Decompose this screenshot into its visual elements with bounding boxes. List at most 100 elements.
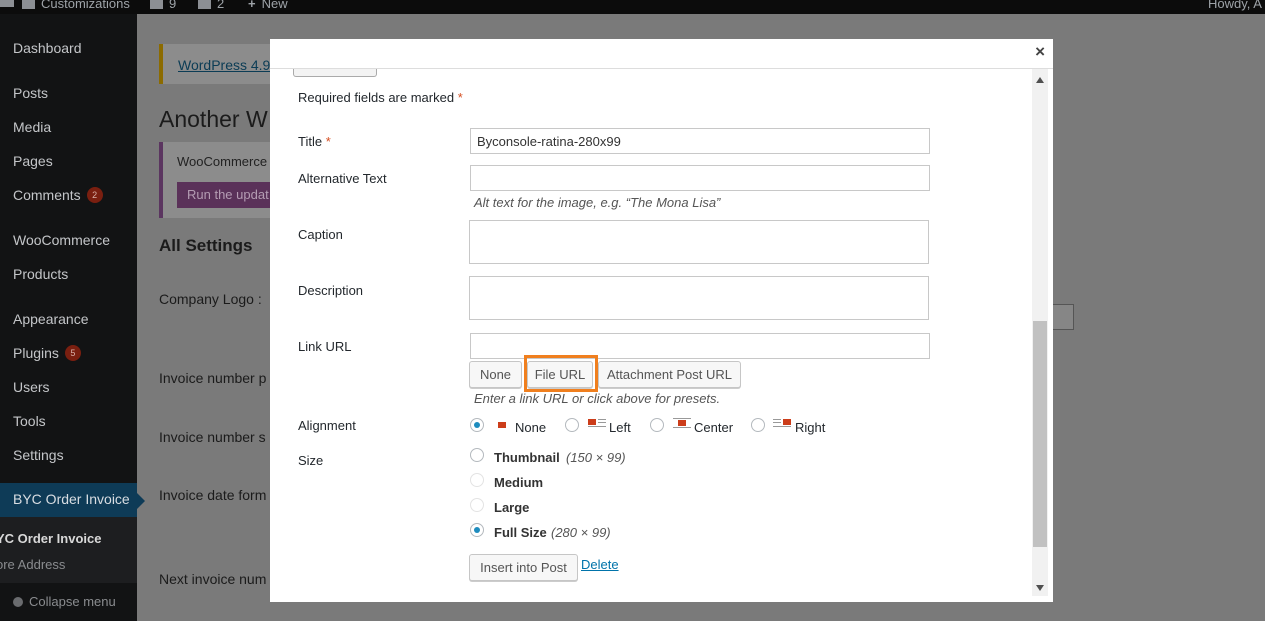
sidebar-item-tools[interactable]: Tools: [13, 413, 46, 429]
cut-off-button[interactable]: [293, 69, 377, 77]
sidebar-item-label: Posts: [13, 85, 49, 101]
alt-text-label: Alternative Text: [298, 171, 387, 186]
sidebar-item-label: Comments: [13, 187, 81, 203]
align-right-label[interactable]: Right: [795, 420, 825, 435]
alt-text-input[interactable]: [470, 165, 930, 191]
size-medium-label[interactable]: Medium: [494, 475, 543, 490]
align-none-label[interactable]: None: [515, 420, 546, 435]
background-button: [1052, 304, 1074, 330]
update-notice-link[interactable]: WordPress 4.9.: [178, 57, 274, 73]
modal-scrollbar[interactable]: [1032, 69, 1048, 596]
align-right-radio[interactable]: [751, 418, 765, 432]
updates-icon: [150, 0, 163, 9]
sidebar-item-products[interactable]: Products: [13, 266, 68, 282]
close-icon[interactable]: ×: [1035, 42, 1045, 62]
size-thumbnail-radio[interactable]: [470, 448, 484, 462]
new-content-link[interactable]: + New: [248, 0, 288, 11]
caption-textarea[interactable]: [469, 220, 929, 264]
size-thumbnail-label[interactable]: Thumbnail: [494, 450, 560, 465]
updates-link[interactable]: 9: [150, 0, 176, 11]
sidebar-item-comments[interactable]: Comments 2: [13, 187, 103, 203]
required-asterisk: *: [325, 134, 331, 149]
modal-header: ×: [270, 39, 1053, 69]
collapse-icon: [13, 596, 23, 607]
sidebar-item-posts[interactable]: Posts: [13, 85, 48, 101]
sidebar-item-label: Plugins: [13, 345, 59, 361]
size-large-label[interactable]: Large: [494, 500, 529, 515]
description-textarea[interactable]: [469, 276, 929, 320]
sidebar-item-pages[interactable]: Pages: [13, 153, 53, 169]
insert-into-post-button[interactable]: Insert into Post: [469, 554, 578, 581]
link-url-label: Link URL: [298, 339, 352, 354]
sidebar-item-label: Appearance: [13, 311, 89, 327]
sidebar-item-plugins[interactable]: Plugins 5: [13, 345, 81, 361]
sidebar-item-label: Users: [13, 379, 50, 395]
align-center-label[interactable]: Center: [694, 420, 733, 435]
size-thumbnail-dims: (150 × 99): [566, 450, 626, 465]
field-label-invoice-date-format: Invoice date form: [159, 487, 267, 503]
field-label-company-logo: Company Logo :: [159, 291, 262, 307]
new-label: New: [261, 0, 288, 11]
sidebar-item-label: Pages: [13, 153, 53, 169]
size-full-radio[interactable]: [470, 523, 484, 537]
size-label: Size: [298, 453, 324, 468]
comment-icon: [198, 0, 211, 9]
sidebar-item-label: Products: [13, 266, 69, 282]
submenu-item-store-address[interactable]: ore Address: [0, 557, 65, 572]
sidebar-item-dashboard[interactable]: Dashboard: [13, 40, 82, 56]
align-center-radio[interactable]: [650, 418, 664, 432]
sidebar-item-label: WooCommerce: [13, 232, 110, 248]
description-label: Description: [298, 283, 364, 298]
link-none-button[interactable]: None: [469, 361, 522, 388]
site-name-link[interactable]: Customizations: [22, 0, 130, 11]
scroll-up-icon[interactable]: [1036, 77, 1044, 83]
required-note-text: Required fields are marked: [298, 90, 455, 105]
scrollbar-thumb[interactable]: [1033, 321, 1047, 547]
active-arrow: [137, 493, 145, 509]
field-label-invoice-suffix: Invoice number s: [159, 429, 266, 445]
size-large-radio[interactable]: [470, 498, 484, 512]
attachment-post-url-button[interactable]: Attachment Post URL: [598, 361, 741, 388]
section-title: All Settings: [159, 236, 253, 255]
required-note: Required fields are marked *: [298, 90, 463, 105]
required-asterisk: *: [457, 90, 463, 105]
updates-count: 9: [169, 0, 177, 11]
sidebar-item-users[interactable]: Users: [13, 379, 50, 395]
page-heading: Another W: [159, 106, 268, 132]
align-right-icon: [773, 417, 791, 428]
align-left-label[interactable]: Left: [609, 420, 631, 435]
wp-logo-icon[interactable]: [0, 0, 14, 7]
sidebar-item-label: Media: [13, 119, 52, 135]
title-input[interactable]: Byconsole-ratina-280x99: [470, 128, 930, 154]
comments-badge: 2: [86, 187, 103, 203]
site-name-text: Customizations: [41, 0, 130, 11]
sidebar-item-label: Dashboard: [13, 40, 82, 56]
sidebar-item-byc-order-invoice[interactable]: BYC Order Invoice: [0, 483, 145, 517]
align-none-icon: [493, 420, 511, 431]
file-url-highlight: [524, 355, 598, 392]
sidebar-item-appearance[interactable]: Appearance: [13, 311, 89, 327]
title-label: Title *: [298, 134, 331, 149]
sidebar-item-settings[interactable]: Settings: [13, 447, 64, 463]
sidebar-item-media[interactable]: Media: [13, 119, 51, 135]
size-full-label[interactable]: Full Size: [494, 525, 547, 540]
sidebar-item-woocommerce[interactable]: WooCommerce: [13, 232, 110, 248]
size-medium-radio[interactable]: [470, 473, 484, 487]
comments-link[interactable]: 2: [198, 0, 224, 11]
align-none-radio[interactable]: [470, 418, 484, 432]
align-left-icon: [588, 417, 606, 428]
plus-icon: +: [248, 0, 256, 11]
link-url-help: Enter a link URL or click above for pres…: [474, 391, 721, 406]
alignment-label: Alignment: [298, 418, 356, 433]
woocommerce-notice-text: WooCommerce: [177, 154, 268, 169]
submenu-item-order-invoice[interactable]: YC Order Invoice: [0, 531, 101, 546]
field-label-next-invoice-number: Next invoice num: [159, 571, 267, 587]
field-label-invoice-prefix: Invoice number p: [159, 370, 267, 386]
collapse-menu-button[interactable]: Collapse menu: [13, 594, 116, 609]
delete-link[interactable]: Delete: [581, 557, 619, 572]
plugins-badge: 5: [64, 345, 81, 361]
scroll-down-icon[interactable]: [1036, 585, 1044, 591]
account-link[interactable]: Howdy, A: [1208, 0, 1262, 11]
align-left-radio[interactable]: [565, 418, 579, 432]
align-center-icon: [673, 417, 691, 428]
